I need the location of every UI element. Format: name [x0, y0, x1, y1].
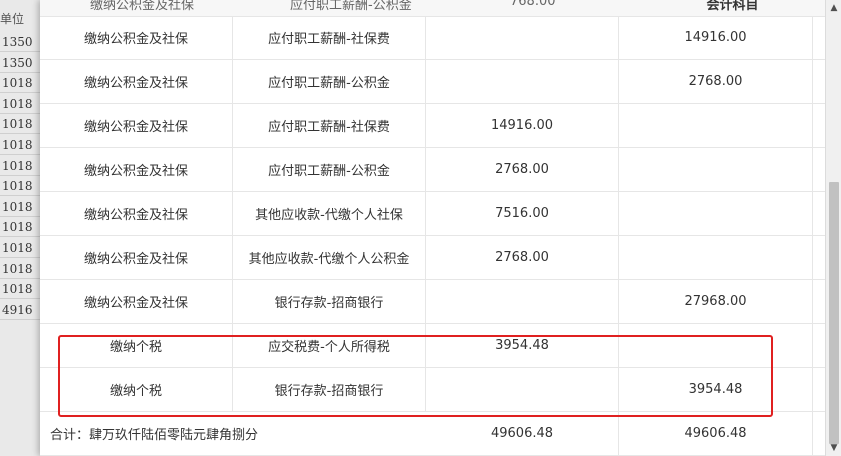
background-cell: 1350 [0, 32, 40, 52]
background-cell: 1018 [0, 114, 40, 135]
account-cell: 应付职工薪酬-社保费 [233, 16, 426, 59]
table-row[interactable]: 缴纳公积金及社保 其他应收款-代缴个人社保 7516.00 [40, 192, 825, 236]
credit-cell [619, 192, 813, 235]
summary-cell: 缴纳公积金及社保 [40, 104, 233, 147]
voucher-entries-table: 缴纳公积金及社保 应付职工薪酬-社保费 14916.00 缴纳公积金及社保 应付职工薪酬… [40, 16, 825, 456]
table-row[interactable]: 缴纳公积金及社保 应付职工薪酬-公积金 2768.00 [40, 148, 825, 192]
scrollbar-thumb[interactable] [829, 182, 839, 444]
account-cell: 应付职工薪酬-公积金 [233, 60, 426, 103]
summary-cell: 缴纳公积金及社保 [40, 280, 233, 323]
total-label: 合计：肆万玖仟陆佰零陆元肆角捌分 [50, 428, 259, 443]
account-cell: 银行存款-招商银行 [233, 280, 426, 323]
scroll-up-arrow-icon[interactable]: ▲ [826, 0, 841, 16]
summary-cell: 缴纳个税 [40, 368, 233, 411]
table-row[interactable]: 缴纳个税 银行存款-招商银行 3954.48 [40, 368, 825, 412]
background-cell: 1018 [0, 135, 40, 155]
header-account-title: 会计科目 [706, 0, 759, 13]
summary-cell: 缴纳个税 [40, 324, 233, 367]
header-account-partial: 应付职工薪酬-公积金 [290, 0, 412, 13]
header-amount-partial: 768.00 [510, 0, 556, 9]
debit-cell: 2768.00 [426, 148, 619, 191]
credit-cell [619, 148, 813, 191]
table-row[interactable]: 缴纳公积金及社保 应付职工薪酬-公积金 2768.00 [40, 60, 825, 104]
account-cell: 应付职工薪酬-公积金 [233, 148, 426, 191]
table-row[interactable]: 缴纳公积金及社保 应付职工薪酬-社保费 14916.00 [40, 16, 825, 60]
background-cell: 1018 [0, 94, 40, 114]
credit-cell: 27968.00 [619, 280, 813, 323]
total-row: 合计：肆万玖仟陆佰零陆元肆角捌分 49606.48 49606.48 [40, 412, 825, 456]
scroll-down-arrow-icon[interactable]: ▼ [826, 440, 841, 456]
vertical-scrollbar[interactable]: ▲ ▼ [825, 0, 841, 456]
account-cell: 应付职工薪酬-社保费 [233, 104, 426, 147]
background-cell: 1018 [0, 176, 40, 197]
total-credit: 49606.48 [619, 412, 813, 455]
background-cell: 1018 [0, 156, 40, 176]
summary-cell: 缴纳公积金及社保 [40, 60, 233, 103]
summary-cell: 缴纳公积金及社保 [40, 236, 233, 279]
credit-cell: 2768.00 [619, 60, 813, 103]
table-header-strip: 缴纳公积金及社保 应付职工薪酬-公积金 768.00 会计科目 [40, 0, 825, 17]
background-cell: 1018 [0, 73, 40, 94]
credit-cell [619, 104, 813, 147]
background-cell: 4916 [0, 300, 40, 320]
debit-cell [426, 368, 619, 411]
table-row[interactable]: 缴纳公积金及社保 应付职工薪酬-社保费 14916.00 [40, 104, 825, 148]
debit-cell: 2768.00 [426, 236, 619, 279]
header-summary-partial: 缴纳公积金及社保 [90, 0, 195, 13]
credit-cell: 3954.48 [619, 368, 813, 411]
debit-cell: 3954.48 [426, 324, 619, 367]
credit-cell [619, 236, 813, 279]
background-cell: 1018 [0, 259, 40, 279]
total-debit: 49606.48 [426, 412, 619, 455]
account-cell: 银行存款-招商银行 [233, 368, 426, 411]
background-cell: 1018 [0, 279, 40, 300]
summary-cell: 缴纳公积金及社保 [40, 16, 233, 59]
debit-cell: 14916.00 [426, 104, 619, 147]
debit-cell: 7516.00 [426, 192, 619, 235]
credit-cell: 14916.00 [619, 16, 813, 59]
background-column-header: 单位 [0, 12, 25, 26]
background-cell: 1350 [0, 53, 40, 73]
background-cell: 1018 [0, 217, 40, 238]
account-cell: 其他应收款-代缴个人公积金 [233, 236, 426, 279]
summary-cell: 缴纳公积金及社保 [40, 192, 233, 235]
account-cell: 应交税费-个人所得税 [233, 324, 426, 367]
debit-cell [426, 16, 619, 59]
debit-cell [426, 280, 619, 323]
account-cell: 其他应收款-代缴个人社保 [233, 192, 426, 235]
summary-cell: 缴纳公积金及社保 [40, 148, 233, 191]
background-cell: 1018 [0, 238, 40, 258]
debit-cell [426, 60, 619, 103]
table-row[interactable]: 缴纳公积金及社保 其他应收款-代缴个人公积金 2768.00 [40, 236, 825, 280]
background-cell: 1018 [0, 197, 40, 217]
table-row[interactable]: 缴纳个税 应交税费-个人所得税 3954.48 [40, 324, 825, 368]
voucher-detail-dialog: 缴纳公积金及社保 应付职工薪酬-公积金 768.00 会计科目 缴纳公积金及社保… [40, 0, 841, 456]
credit-cell [619, 324, 813, 367]
table-row[interactable]: 缴纳公积金及社保 银行存款-招商银行 27968.00 [40, 280, 825, 324]
